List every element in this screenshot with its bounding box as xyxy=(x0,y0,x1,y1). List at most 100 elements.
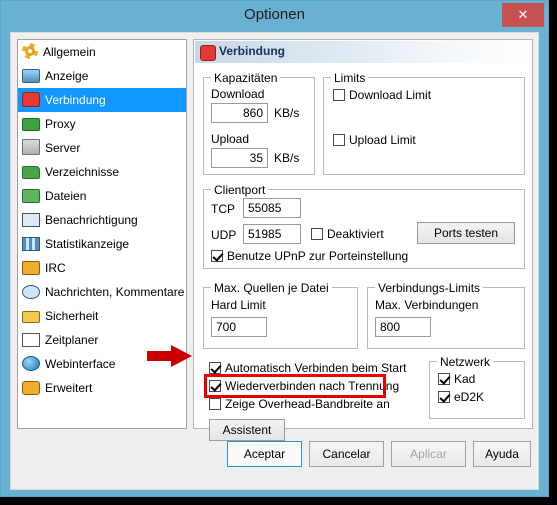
group-title: Verbindungs-Limits xyxy=(375,281,484,295)
upload-label: Upload xyxy=(211,132,250,146)
sidebar-item-label: Verbindung xyxy=(45,93,106,107)
sidebar-item-verbindung[interactable]: Verbindung xyxy=(18,88,186,112)
plug-icon xyxy=(22,92,40,107)
server-icon xyxy=(22,139,40,155)
monitor-icon xyxy=(22,69,40,83)
download-unit-label: KB/s xyxy=(274,106,300,120)
checkbox-label: Zeige Overhead-Bandbreite an xyxy=(225,397,390,411)
sidebar-item-server[interactable]: Server xyxy=(18,136,186,160)
sidebar-item-proxy[interactable]: Proxy xyxy=(18,112,186,136)
sidebar-item-benachrichtigung[interactable]: Benachrichtigung xyxy=(18,208,186,232)
sidebar-item-label: Allgemein xyxy=(43,45,96,59)
upnp-checkbox[interactable]: Benutze UPnP zur Porteinstellung xyxy=(211,249,408,263)
accept-button[interactable]: Aceptar xyxy=(227,441,302,467)
sidebar-item-label: Sicherheit xyxy=(45,309,99,323)
irc-icon xyxy=(22,261,40,275)
overhead-bandwidth-checkbox[interactable]: Zeige Overhead-Bandbreite an xyxy=(209,397,390,411)
sidebar-item-statistikanzeige[interactable]: Statistikanzeige xyxy=(18,232,186,256)
folder-icon xyxy=(22,166,40,179)
proxy-icon xyxy=(22,118,40,131)
checkbox-label: eD2K xyxy=(454,390,485,404)
statistics-icon xyxy=(22,237,40,251)
hard-limit-input[interactable]: 700 xyxy=(211,317,267,337)
sidebar-item-label: Webinterface xyxy=(45,357,116,371)
sidebar-item-label: Erweitert xyxy=(45,381,93,395)
annotation-highlight-box xyxy=(204,374,386,398)
test-ports-button[interactable]: Ports testen xyxy=(417,222,515,244)
sidebar-item-anzeige[interactable]: Anzeige xyxy=(18,64,186,88)
sidebar-item-irc[interactable]: IRC xyxy=(18,256,186,280)
options-dialog-window: Optionen ✕ Allgemein Anzeige Verbindung … xyxy=(0,0,549,497)
checkbox-box xyxy=(211,250,223,262)
dialog-button-bar: Aceptar Cancelar Aplicar Ayuda xyxy=(11,433,538,489)
title-bar: Optionen ✕ xyxy=(1,1,548,32)
autoconnect-checkbox[interactable]: Automatisch Verbinden beim Start xyxy=(209,361,406,375)
tcp-port-input[interactable]: 55085 xyxy=(243,198,301,218)
page-title: Verbindung xyxy=(219,44,285,58)
checkbox-label: Benutze UPnP zur Porteinstellung xyxy=(227,249,409,263)
upload-limit-checkbox[interactable]: Upload Limit xyxy=(333,133,416,147)
panel-body: Kapazitäten Download 860 KB/s Upload 35 … xyxy=(195,63,531,441)
checkbox-box xyxy=(209,398,221,410)
close-icon[interactable]: ✕ xyxy=(502,3,544,27)
checkbox-label: Kad xyxy=(454,372,476,386)
plug-icon xyxy=(200,45,216,61)
sidebar-item-label: Zeitplaner xyxy=(45,333,99,347)
udp-port-input[interactable]: 51985 xyxy=(243,224,301,244)
sidebar-item-allgemein[interactable]: Allgemein xyxy=(18,40,186,64)
sidebar-item-sicherheit[interactable]: Sicherheit xyxy=(18,304,186,328)
checkbox-label: Upload Limit xyxy=(349,133,416,147)
calendar-icon xyxy=(22,333,40,347)
kad-checkbox[interactable]: Kad xyxy=(438,372,475,386)
advanced-icon xyxy=(22,381,40,395)
dialog-client-area: Allgemein Anzeige Verbindung Proxy Serve… xyxy=(10,32,539,490)
sidebar-item-label: Server xyxy=(45,141,81,155)
max-connections-label: Max. Verbindungen xyxy=(375,298,479,312)
checkbox-box xyxy=(333,134,345,146)
sidebar-item-label: IRC xyxy=(45,261,66,275)
lock-icon xyxy=(22,311,40,323)
group-title: Limits xyxy=(331,71,369,85)
settings-panel: Verbindung Kapazitäten Download 860 KB/s… xyxy=(193,39,533,441)
category-sidebar[interactable]: Allgemein Anzeige Verbindung Proxy Serve… xyxy=(17,39,187,429)
checkbox-box xyxy=(311,228,323,240)
panel-header: Verbindung xyxy=(195,41,531,64)
checkbox-box xyxy=(209,362,221,374)
sidebar-item-dateien[interactable]: Dateien xyxy=(18,184,186,208)
cancel-button[interactable]: Cancelar xyxy=(309,441,384,467)
window-title: Optionen xyxy=(244,6,305,23)
download-speed-input[interactable]: 860 xyxy=(211,103,268,123)
upload-unit-label: KB/s xyxy=(274,151,300,165)
tcp-label: TCP xyxy=(211,202,235,216)
files-icon xyxy=(22,189,40,203)
sidebar-item-label: Benachrichtigung xyxy=(45,213,138,227)
ed2k-checkbox[interactable]: eD2K xyxy=(438,390,484,404)
apply-button: Aplicar xyxy=(391,441,466,467)
upload-speed-input[interactable]: 35 xyxy=(211,148,268,168)
group-title: Clientport xyxy=(211,183,269,197)
notification-icon xyxy=(22,213,40,227)
sidebar-item-label: Dateien xyxy=(45,189,87,203)
sidebar-item-label: Statistikanzeige xyxy=(45,237,130,251)
checkbox-box xyxy=(438,373,450,385)
sidebar-item-label: Verzeichnisse xyxy=(45,165,120,179)
checkbox-label: Automatisch Verbinden beim Start xyxy=(225,361,407,375)
message-icon xyxy=(22,285,40,299)
group-title: Netzwerk xyxy=(437,355,494,369)
udp-label: UDP xyxy=(211,228,237,242)
disable-udp-checkbox[interactable]: Deaktiviert xyxy=(311,227,384,241)
sidebar-item-erweitert[interactable]: Erweitert xyxy=(18,376,186,400)
download-limit-checkbox[interactable]: Download Limit xyxy=(333,88,431,102)
sidebar-item-label: Nachrichten, Kommentare xyxy=(45,285,185,299)
group-title: Max. Quellen je Datei xyxy=(211,281,332,295)
max-connections-input[interactable]: 800 xyxy=(375,317,431,337)
sidebar-item-label: Proxy xyxy=(45,117,76,131)
checkbox-label: Deaktiviert xyxy=(327,227,384,241)
hard-limit-label: Hard Limit xyxy=(211,298,266,312)
sidebar-item-nachrichten-kommentare[interactable]: Nachrichten, Kommentare xyxy=(18,280,186,304)
help-button[interactable]: Ayuda xyxy=(473,441,531,467)
checkbox-box xyxy=(438,391,450,403)
annotation-arrow-icon xyxy=(147,345,192,367)
sidebar-item-verzeichnisse[interactable]: Verzeichnisse xyxy=(18,160,186,184)
download-label: Download xyxy=(211,87,265,101)
